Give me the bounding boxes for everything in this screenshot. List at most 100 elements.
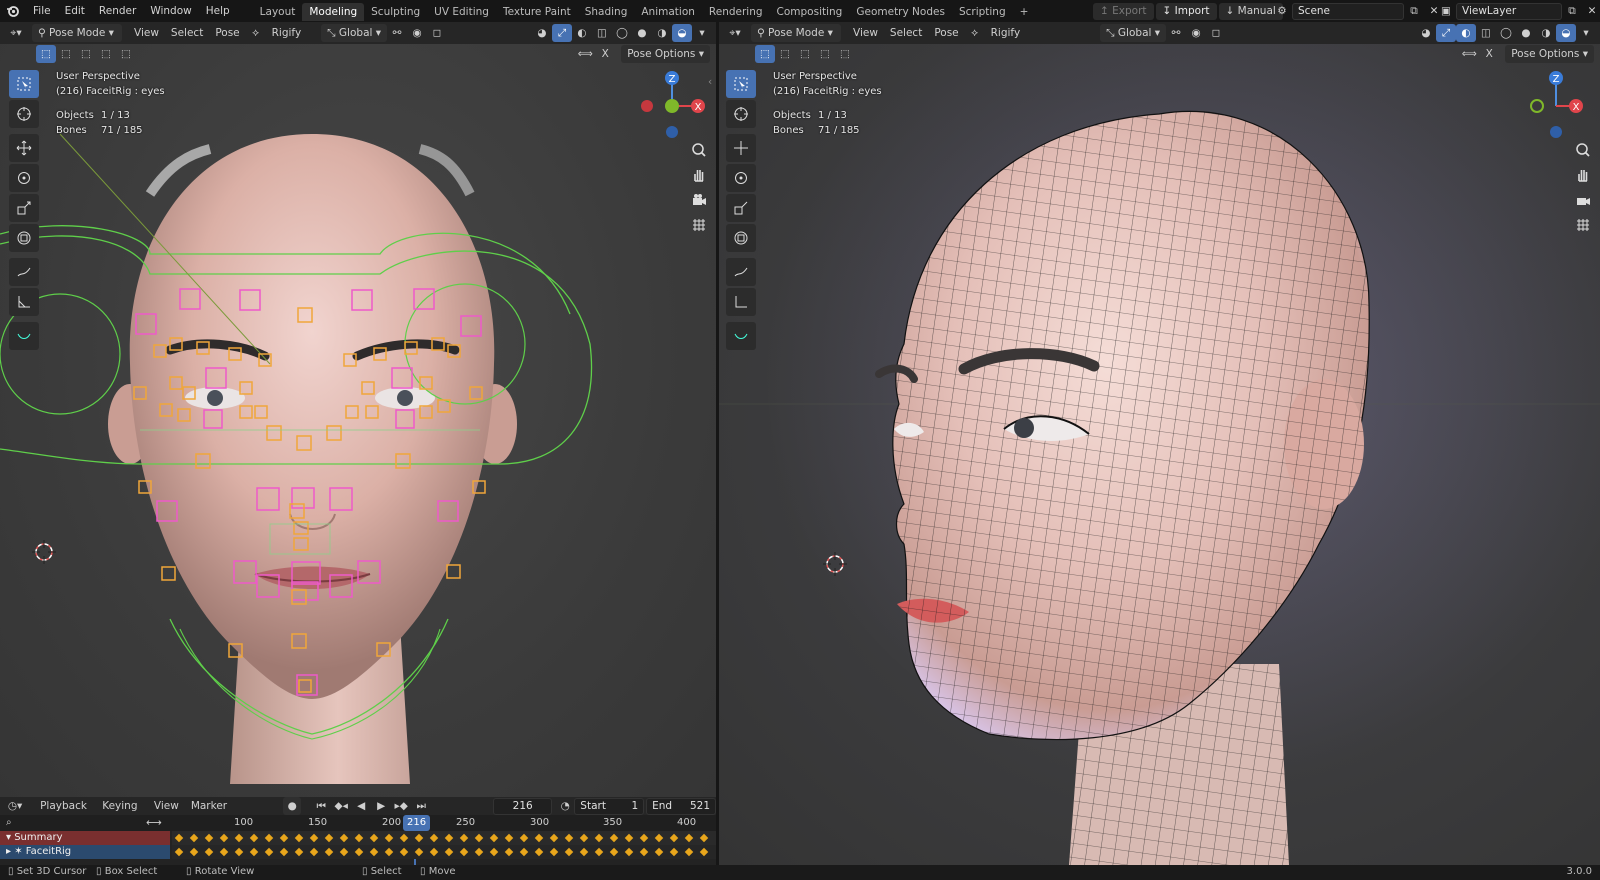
keyframe-icon[interactable] xyxy=(564,847,574,857)
keyframe-icon[interactable] xyxy=(534,833,544,843)
keyframe-icon[interactable] xyxy=(339,833,349,843)
start-frame-field[interactable]: Start 1 xyxy=(574,797,645,815)
keyframe-icon[interactable] xyxy=(489,847,499,857)
keyframe-icon[interactable] xyxy=(204,847,214,857)
keyframe-icon[interactable] xyxy=(309,833,319,843)
select-menu[interactable]: Select xyxy=(884,24,928,42)
tab-compositing[interactable]: Compositing xyxy=(770,3,850,21)
keyframe-icon[interactable] xyxy=(474,833,484,843)
keyframe-icon[interactable] xyxy=(684,847,694,857)
ortho-grid-icon[interactable] xyxy=(687,213,711,237)
move-tool-icon[interactable] xyxy=(9,134,39,162)
tab-scripting[interactable]: Scripting xyxy=(952,3,1013,21)
keyframe-icon[interactable] xyxy=(309,847,319,857)
keyframe-icon[interactable] xyxy=(639,847,649,857)
zoom-icon[interactable] xyxy=(687,138,711,162)
play-icon[interactable]: ▶ xyxy=(371,797,391,815)
visibility-icon[interactable]: ◕ xyxy=(532,24,552,42)
keyframe-icon[interactable] xyxy=(444,847,454,857)
keyframe-icon[interactable] xyxy=(699,847,709,857)
rigify-menu[interactable]: Rigify xyxy=(266,24,308,42)
keyframe-icon[interactable] xyxy=(579,847,589,857)
solid-shading-icon[interactable]: ● xyxy=(1516,24,1536,42)
viewlayer-field[interactable]: ViewLayer xyxy=(1456,2,1562,20)
keyframe-icon[interactable] xyxy=(669,833,679,843)
keyframe-icon[interactable] xyxy=(354,847,364,857)
new-scene-icon[interactable]: ⧉ xyxy=(1404,2,1424,20)
keyframe-icon[interactable] xyxy=(459,847,469,857)
axis-gizmo-icon[interactable]: Z X xyxy=(1516,68,1596,148)
current-frame-field[interactable]: 216 xyxy=(493,797,553,815)
pivot-icon[interactable]: ⚯ xyxy=(387,24,407,42)
new-viewlayer-icon[interactable]: ⧉ xyxy=(1562,2,1582,20)
keyframe-icon[interactable] xyxy=(429,833,439,843)
delete-viewlayer-icon[interactable]: ✕ xyxy=(1582,2,1600,20)
view-menu[interactable]: View xyxy=(128,24,165,42)
menu-window[interactable]: Window xyxy=(143,0,198,22)
keyframe-icon[interactable] xyxy=(384,833,394,843)
transform-tool-icon[interactable] xyxy=(9,224,39,252)
play-reverse-icon[interactable]: ◀ xyxy=(351,797,371,815)
rotate-tool-icon[interactable] xyxy=(9,164,39,192)
camera-view-icon[interactable] xyxy=(687,188,711,212)
gizmo-toggle-icon[interactable]: ⤢ xyxy=(1436,24,1456,42)
keyframe-icon[interactable] xyxy=(429,847,439,857)
breakdowner-tool-icon[interactable] xyxy=(726,322,756,350)
timeline-editor-type-icon[interactable]: ◷▾ xyxy=(6,797,24,815)
keyframe-icon[interactable] xyxy=(549,847,559,857)
select-menu[interactable]: Select xyxy=(165,24,209,42)
keyframe-icon[interactable] xyxy=(699,833,709,843)
keyframe-icon[interactable] xyxy=(519,847,529,857)
keyframe-icon[interactable] xyxy=(294,833,304,843)
material-shading-icon[interactable]: ◑ xyxy=(1536,24,1556,42)
xray-icon[interactable]: ◫ xyxy=(1476,24,1496,42)
breakdowner-tool-icon[interactable] xyxy=(9,322,39,350)
timeline-view-menu[interactable]: View xyxy=(148,797,185,815)
marker-menu[interactable]: Marker xyxy=(185,797,233,815)
rigify-menu[interactable]: Rigify xyxy=(985,24,1027,42)
keyframe-icon[interactable] xyxy=(384,847,394,857)
keyframe-icon[interactable] xyxy=(264,833,274,843)
keyframe-icon[interactable] xyxy=(174,833,184,843)
mode-dropdown[interactable]: ⚲ Pose Mode ▾ xyxy=(751,24,841,42)
keyframe-icon[interactable] xyxy=(234,847,244,857)
tab-rendering[interactable]: Rendering xyxy=(702,3,770,21)
move-tool-icon[interactable] xyxy=(726,134,756,162)
keyframe-icon[interactable] xyxy=(519,833,529,843)
xray-icon[interactable]: ◫ xyxy=(592,24,612,42)
preview-range-icon[interactable]: ◔ xyxy=(556,797,574,815)
blender-logo-icon[interactable] xyxy=(0,4,26,18)
view-menu[interactable]: View xyxy=(847,24,884,42)
measure-tool-icon[interactable] xyxy=(726,288,756,316)
keyframe-icon[interactable] xyxy=(324,833,334,843)
keyframe-icon[interactable] xyxy=(204,833,214,843)
overlay-toggle-icon[interactable]: ◐ xyxy=(572,24,592,42)
sidebar-toggle-icon[interactable]: ‹ xyxy=(708,76,712,88)
keyframe-icon[interactable] xyxy=(279,833,289,843)
playback-menu[interactable]: Playback ▾ xyxy=(34,797,96,830)
camera-view-icon[interactable] xyxy=(1571,188,1595,212)
scale-tool-icon[interactable] xyxy=(726,194,756,222)
menu-render[interactable]: Render xyxy=(92,0,143,22)
scale-tool-icon[interactable] xyxy=(9,194,39,222)
keyframe-icon[interactable] xyxy=(234,833,244,843)
tab-animation[interactable]: Animation xyxy=(634,3,702,21)
add-workspace-icon[interactable]: + xyxy=(1013,3,1036,21)
material-shading-icon[interactable]: ◑ xyxy=(652,24,672,42)
overlay-toggle-icon[interactable]: ◐ xyxy=(1456,24,1476,42)
keyframe-icon[interactable] xyxy=(279,847,289,857)
keyframe-icon[interactable] xyxy=(399,847,409,857)
gizmo-toggle-icon[interactable]: ⤢ xyxy=(552,24,572,42)
record-icon[interactable]: ● xyxy=(283,797,302,815)
keyframe-icon[interactable] xyxy=(369,847,379,857)
zoom-icon[interactable] xyxy=(1571,138,1595,162)
keying-menu[interactable]: Keying ▾ xyxy=(96,797,148,830)
transform-tool-icon[interactable] xyxy=(726,224,756,252)
prev-keyframe-icon[interactable]: ◆◂ xyxy=(331,797,351,815)
ortho-grid-icon[interactable] xyxy=(1571,213,1595,237)
keyframe-icon[interactable] xyxy=(474,847,484,857)
keyframe-icon[interactable] xyxy=(564,833,574,843)
keyframe-icon[interactable] xyxy=(594,847,604,857)
scene-field[interactable]: Scene xyxy=(1292,2,1404,20)
keyframe-icon[interactable] xyxy=(504,833,514,843)
